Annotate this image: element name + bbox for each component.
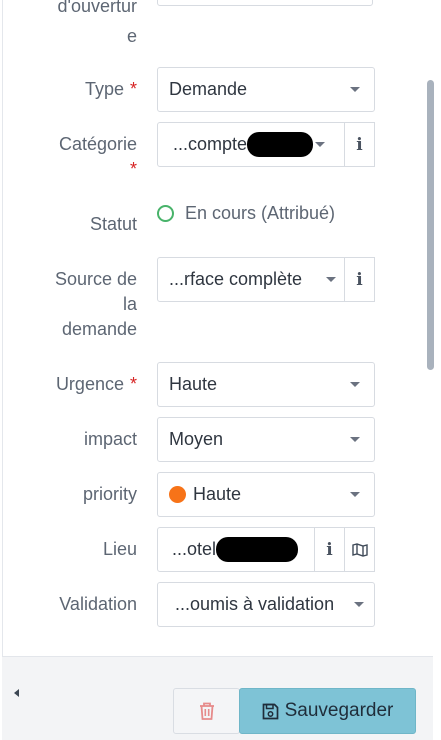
- opening-date-field[interactable]: [157, 0, 373, 6]
- required-marker: *: [129, 374, 137, 394]
- impact-label: impact: [83, 429, 137, 449]
- validation-select[interactable]: ...oumis à validation: [157, 582, 375, 627]
- impact-value: Moyen: [169, 429, 224, 449]
- urgency-select[interactable]: Haute: [157, 362, 375, 407]
- trash-icon: [199, 702, 214, 720]
- redacted-mask: [247, 132, 313, 157]
- collapse-left-icon[interactable]: [14, 689, 19, 697]
- priority-dot-icon: [169, 486, 186, 503]
- required-marker: *: [129, 159, 137, 179]
- validation-label: Validation: [59, 594, 137, 614]
- redacted-mask: [216, 537, 299, 562]
- info-icon[interactable]: i: [344, 122, 375, 167]
- save-label: Sauvegarder: [284, 700, 394, 721]
- urgency-label: Urgence *: [55, 374, 137, 394]
- type-label: Type *: [84, 79, 137, 99]
- status-label: Statut: [89, 214, 137, 234]
- location-select[interactable]: ...otel i: [157, 527, 375, 572]
- chevron-down-icon: [350, 382, 360, 387]
- type-select[interactable]: Demande: [157, 67, 375, 112]
- chevron-down-icon: [350, 492, 360, 497]
- chevron-down-icon: [315, 142, 325, 147]
- priority-label: priority: [82, 484, 137, 504]
- map-glyph: [351, 542, 368, 557]
- chevron-down-icon: [350, 87, 360, 92]
- delete-button[interactable]: [173, 688, 240, 734]
- status-value: En cours (Attribué): [157, 203, 335, 224]
- map-icon[interactable]: [344, 527, 375, 572]
- source-label: Source de la demande: [54, 269, 137, 339]
- save-button[interactable]: Sauvegarder: [239, 688, 416, 734]
- status-circle-icon: [157, 205, 174, 222]
- priority-select[interactable]: Haute: [157, 472, 375, 517]
- validation-value: ...oumis à validation: [175, 594, 335, 614]
- chevron-down-icon: [354, 602, 364, 607]
- category-value: ...compte: [158, 132, 313, 157]
- source-value: ...rface complète: [169, 269, 303, 289]
- category-label: Catégorie *: [58, 134, 137, 179]
- vertical-scrollbar[interactable]: [427, 80, 434, 370]
- source-select[interactable]: ...rface complète i: [157, 257, 375, 302]
- floppy-disk-icon: [262, 703, 278, 719]
- opening-date-label: d'ouvertur e: [57, 0, 137, 46]
- urgency-value: Haute: [169, 374, 218, 394]
- location-label: Lieu: [102, 539, 137, 559]
- location-value: ...otel: [158, 537, 308, 562]
- chevron-down-icon: [326, 277, 336, 282]
- type-value: Demande: [169, 79, 248, 99]
- info-icon[interactable]: i: [344, 257, 375, 302]
- info-icon[interactable]: i: [314, 527, 345, 572]
- chevron-down-icon: [350, 437, 360, 442]
- category-select[interactable]: ...compte i: [157, 122, 375, 167]
- required-marker: *: [129, 79, 137, 99]
- impact-select[interactable]: Moyen: [157, 417, 375, 462]
- priority-value: Haute: [158, 484, 350, 505]
